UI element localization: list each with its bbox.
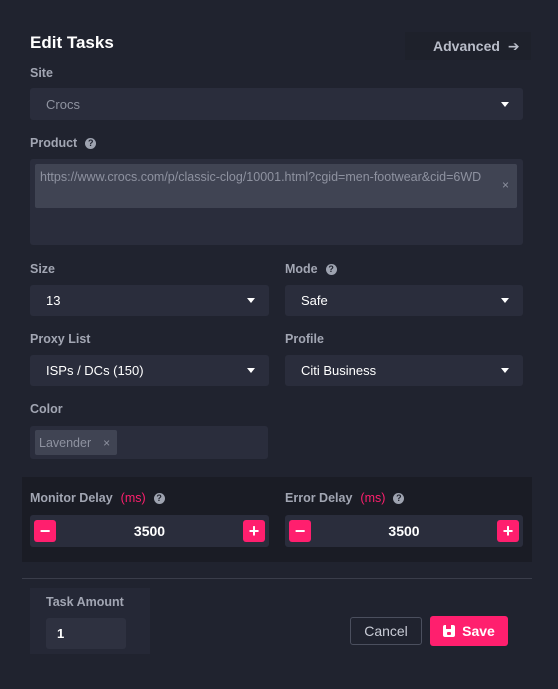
save-icon bbox=[443, 625, 456, 637]
decrement-button[interactable]: − bbox=[289, 520, 311, 542]
help-icon: ? bbox=[85, 137, 97, 149]
site-select[interactable]: Crocs bbox=[30, 88, 523, 120]
increment-button[interactable]: + bbox=[243, 520, 265, 542]
profile-select[interactable]: Citi Business bbox=[285, 355, 523, 386]
chevron-down-icon bbox=[247, 298, 255, 303]
color-label: Color bbox=[30, 402, 63, 416]
error-delay-unit: (ms) bbox=[360, 491, 386, 505]
save-button[interactable]: Save bbox=[430, 616, 508, 646]
color-chip-text: Lavender bbox=[39, 435, 92, 450]
help-icon: ? bbox=[153, 492, 165, 504]
arrow-right-icon: ➔ bbox=[507, 37, 520, 54]
proxy-value: ISPs / DCs (150) bbox=[46, 363, 144, 378]
monitor-delay-value[interactable]: 3500 bbox=[134, 523, 165, 539]
monitor-delay-label: Monitor Delay (ms) ? bbox=[30, 491, 165, 505]
cancel-button[interactable]: Cancel bbox=[350, 617, 422, 645]
remove-color-icon[interactable]: × bbox=[103, 436, 110, 450]
help-icon: ? bbox=[325, 263, 337, 275]
remove-product-icon[interactable]: × bbox=[502, 178, 509, 192]
error-delay-value[interactable]: 3500 bbox=[388, 523, 419, 539]
size-select[interactable]: 13 bbox=[30, 285, 269, 316]
error-delay-label: Error Delay (ms) ? bbox=[285, 491, 405, 505]
monitor-delay-unit: (ms) bbox=[120, 491, 146, 505]
task-amount-input[interactable]: 1 bbox=[46, 618, 126, 649]
error-delay-stepper[interactable]: − 3500 + bbox=[285, 515, 523, 547]
mode-select[interactable]: Safe bbox=[285, 285, 523, 316]
color-chip: Lavender × bbox=[35, 430, 117, 455]
increment-button[interactable]: + bbox=[497, 520, 519, 542]
proxy-label: Proxy List bbox=[30, 332, 91, 346]
product-chip: https://www.crocs.com/p/classic-clog/100… bbox=[35, 164, 517, 208]
chevron-down-icon bbox=[501, 368, 509, 373]
task-amount-label: Task Amount bbox=[46, 595, 124, 609]
product-chip-text: https://www.crocs.com/p/classic-clog/100… bbox=[40, 170, 482, 184]
page-title: Edit Tasks bbox=[30, 33, 114, 52]
chevron-down-icon bbox=[247, 368, 255, 373]
proxy-select[interactable]: ISPs / DCs (150) bbox=[30, 355, 269, 386]
advanced-button[interactable]: Advanced ➔ bbox=[405, 32, 531, 60]
advanced-label: Advanced bbox=[433, 38, 500, 54]
divider bbox=[22, 578, 532, 579]
mode-label: Mode ? bbox=[285, 262, 337, 276]
product-label: Product ? bbox=[30, 136, 97, 150]
chevron-down-icon bbox=[501, 101, 509, 107]
site-value: Crocs bbox=[46, 96, 80, 112]
site-label: Site bbox=[30, 66, 53, 80]
chevron-down-icon bbox=[501, 298, 509, 303]
decrement-button[interactable]: − bbox=[34, 520, 56, 542]
mode-value: Safe bbox=[301, 293, 328, 308]
monitor-delay-stepper[interactable]: − 3500 + bbox=[30, 515, 269, 547]
profile-value: Citi Business bbox=[301, 363, 377, 378]
profile-label: Profile bbox=[285, 332, 324, 346]
help-icon: ? bbox=[393, 492, 405, 504]
size-label: Size bbox=[30, 262, 56, 276]
size-value: 13 bbox=[46, 293, 61, 308]
